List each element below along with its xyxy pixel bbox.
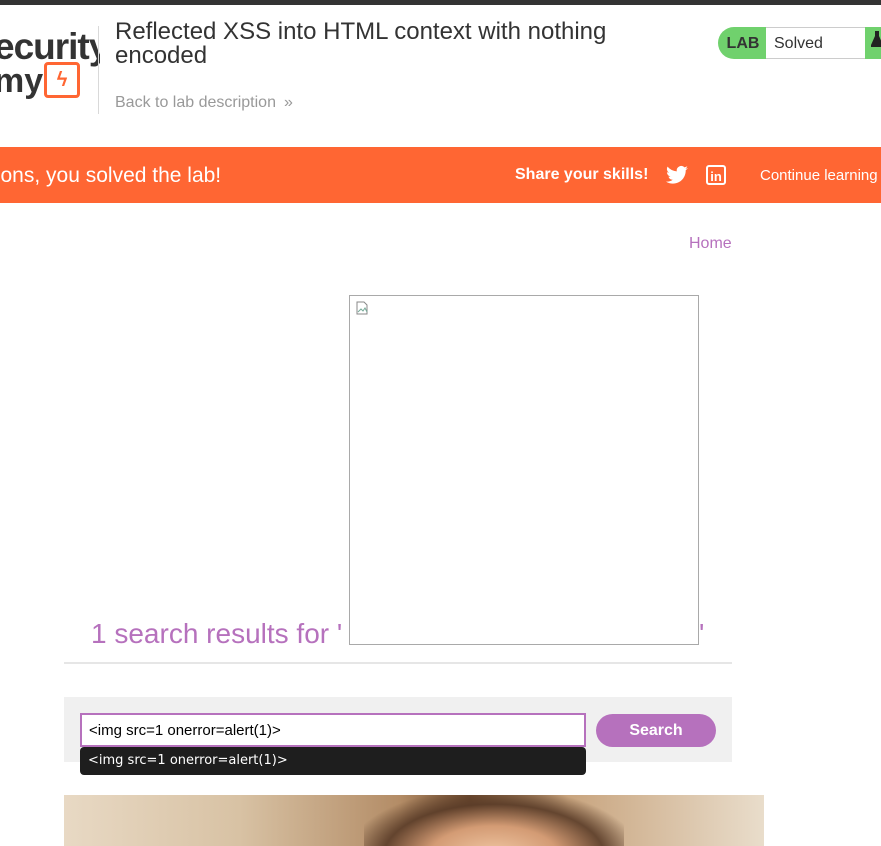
logo-text-bottom: my bbox=[0, 62, 44, 100]
share-skills-label: Share your skills! bbox=[515, 166, 649, 183]
lab-title: Reflected XSS into HTML context with not… bbox=[115, 18, 607, 69]
autocomplete-suggestion[interactable]: <img src=1 onerror=alert(1)> bbox=[80, 747, 586, 775]
section-divider bbox=[64, 662, 732, 664]
search-button[interactable]: Search bbox=[596, 714, 716, 747]
injected-broken-image bbox=[349, 295, 699, 645]
lab-status-value: Solved bbox=[766, 27, 873, 59]
search-results-quote-end: ' bbox=[699, 618, 705, 649]
blog-post-image bbox=[64, 795, 764, 846]
top-strip bbox=[0, 0, 881, 5]
solved-banner: tions, you solved the lab! Share your sk… bbox=[0, 147, 881, 203]
linkedin-icon[interactable]: in bbox=[706, 165, 726, 185]
site-logo[interactable]: ecurity my ϟ bbox=[0, 22, 100, 102]
back-to-lab-description-link[interactable]: Back to lab description bbox=[115, 94, 276, 112]
congratulations-message: tions, you solved the lab! bbox=[0, 164, 222, 187]
home-link[interactable]: Home bbox=[689, 235, 732, 253]
broken-image-icon bbox=[356, 301, 368, 315]
continue-learning-link[interactable]: Continue learning bbox=[760, 167, 878, 184]
lab-badge: LAB bbox=[718, 27, 768, 59]
search-results-heading: 1 search results for ' bbox=[91, 618, 343, 649]
search-input[interactable] bbox=[80, 713, 586, 747]
lab-status-widget: LAB Solved bbox=[718, 27, 881, 59]
chevron-double-right-icon: » bbox=[284, 94, 293, 111]
logo-bolt-icon: ϟ bbox=[44, 62, 80, 98]
twitter-icon[interactable] bbox=[666, 165, 688, 185]
flask-icon bbox=[865, 27, 881, 59]
header-divider bbox=[98, 26, 99, 114]
